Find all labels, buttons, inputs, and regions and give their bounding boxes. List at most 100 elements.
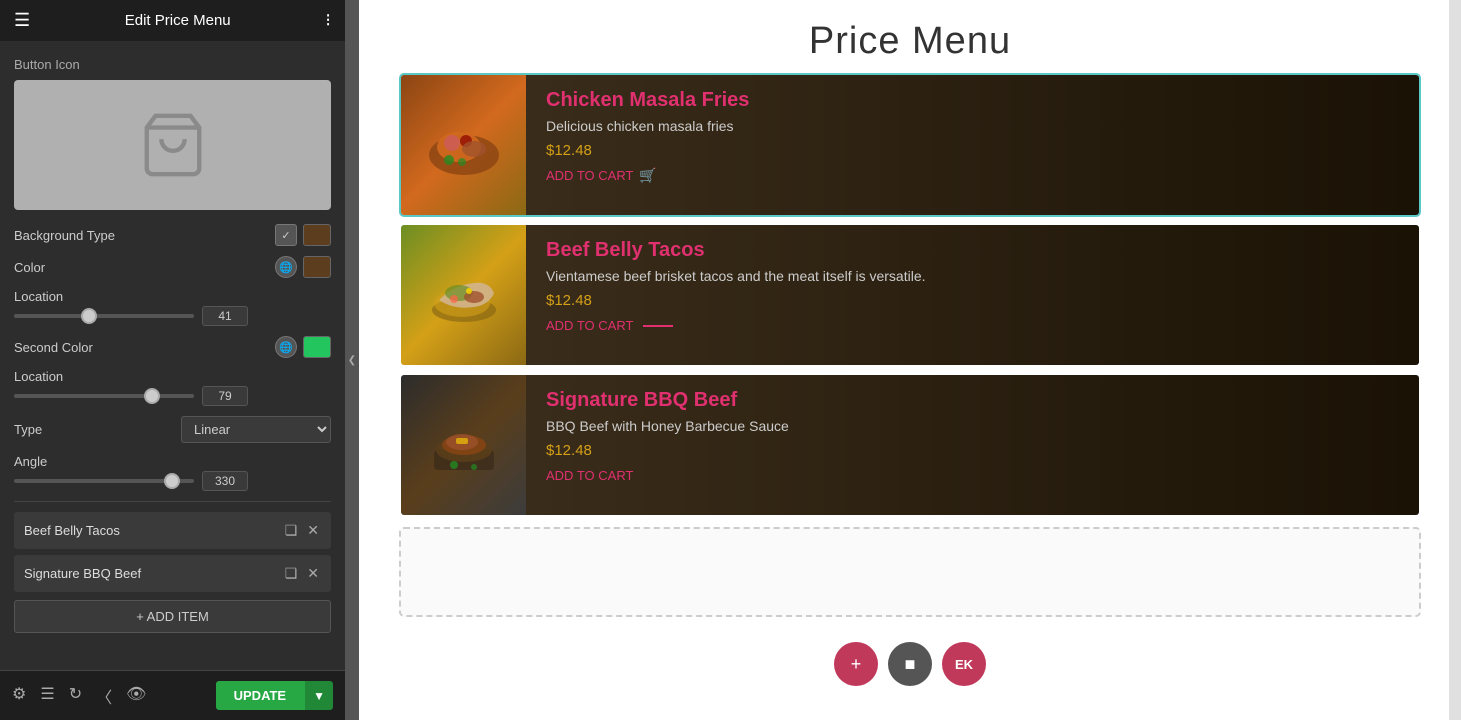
main-area: Price Menu Chicken Masala Fries Deliciou… — [359, 0, 1461, 720]
collapse-handle[interactable]: ❮ — [345, 0, 359, 720]
menu-card-chicken[interactable]: Chicken Masala Fries Delicious chicken m… — [399, 73, 1421, 217]
button-icon-preview — [14, 80, 331, 210]
menu-card-desc-chicken: Delicious chicken masala fries — [546, 118, 1399, 134]
menu-items-area: Chicken Masala Fries Delicious chicken m… — [359, 73, 1461, 517]
item-actions-beef: ❏ ✕ — [283, 520, 321, 541]
background-type-label: Background Type — [14, 228, 115, 243]
bottom-fab-area: + ■ EK — [359, 627, 1461, 701]
panel-header: ☰ Edit Price Menu ⁝ — [0, 0, 345, 41]
background-type-row: Background Type ✓ — [14, 224, 331, 246]
color-swatch-2[interactable] — [303, 336, 331, 358]
list-item: Signature BBQ Beef ❏ ✕ — [14, 555, 331, 592]
location1-slider[interactable] — [14, 314, 194, 318]
footer-icons: ⚙ ☰ ↻ 〈 👁 — [12, 684, 146, 708]
remove-item-bbq-button[interactable]: ✕ — [305, 563, 321, 584]
color-row: Color 🌐 — [14, 256, 331, 278]
add-to-cart-label-bbq: ADD TO CART — [546, 468, 633, 483]
remove-item-beef-button[interactable]: ✕ — [305, 520, 321, 541]
menu-card-body-bbq: Signature BBQ Beef BBQ Beef with Honey B… — [526, 375, 1419, 515]
type-row: Type Linear Radial — [14, 416, 331, 443]
check-icon[interactable]: ✓ — [275, 224, 297, 246]
menu-card-price-chicken: $12.48 — [546, 142, 1399, 159]
panel-title: Edit Price Menu — [125, 12, 231, 29]
location1-value-input[interactable]: 41 — [202, 306, 248, 326]
drop-zone[interactable] — [399, 527, 1421, 617]
button-icon-label: Button Icon — [14, 57, 331, 72]
divider-1 — [14, 501, 331, 502]
second-color-controls: 🌐 — [275, 336, 331, 358]
color-globe-icon[interactable]: 🌐 — [275, 256, 297, 278]
menu-card-price-bbq: $12.48 — [546, 442, 1399, 459]
location2-slider-container: 79 — [14, 386, 331, 406]
list-item: Beef Belly Tacos ❏ ✕ — [14, 512, 331, 549]
menu-card-image-beef — [401, 225, 526, 365]
page-title: Price Menu — [359, 20, 1461, 63]
item-name-beef: Beef Belly Tacos — [24, 523, 283, 538]
device-icon[interactable]: 〈 — [96, 684, 112, 708]
angle-value-input[interactable]: 330 — [202, 471, 248, 491]
add-to-cart-underline-beef — [643, 325, 673, 327]
color-swatch-1[interactable] — [303, 256, 331, 278]
menu-card-body-beef: Beef Belly Tacos Vientamese beef brisket… — [526, 225, 1419, 365]
menu-card-title-beef: Beef Belly Tacos — [546, 239, 1399, 262]
second-color-row: Second Color 🌐 — [14, 336, 331, 358]
grid-icon[interactable]: ⁝ — [325, 10, 331, 31]
history-icon[interactable]: ↻ — [69, 684, 82, 708]
settings-icon[interactable]: ⚙ — [12, 684, 26, 708]
duplicate-item-beef-button[interactable]: ❏ — [283, 520, 300, 541]
angle-label: Angle — [14, 454, 47, 469]
add-to-cart-beef-button[interactable]: ADD TO CART — [546, 318, 673, 333]
menu-card-image-chicken — [401, 75, 526, 215]
color-label: Color — [14, 260, 45, 275]
scrollbar[interactable] — [1449, 0, 1461, 720]
item-name-bbq: Signature BBQ Beef — [24, 566, 283, 581]
fab-add-button[interactable]: + — [834, 642, 878, 686]
location1-slider-container: 41 — [14, 306, 331, 326]
fab-stop-button[interactable]: ■ — [888, 642, 932, 686]
solid-color-swatch[interactable] — [303, 224, 331, 246]
second-color-label: Second Color — [14, 340, 93, 355]
eye-icon[interactable]: 👁 — [126, 684, 146, 708]
page-title-area: Price Menu — [359, 0, 1461, 73]
cart-icon — [138, 110, 208, 180]
add-to-cart-bbq-button[interactable]: ADD TO CART — [546, 468, 633, 483]
fab-ek-button[interactable]: EK — [942, 642, 986, 686]
menu-card-beef[interactable]: Beef Belly Tacos Vientamese beef brisket… — [399, 223, 1421, 367]
location2-slider[interactable] — [14, 394, 194, 398]
update-dropdown-button[interactable]: ▼ — [304, 681, 333, 710]
menu-card-title-bbq: Signature BBQ Beef — [546, 389, 1399, 412]
type-select[interactable]: Linear Radial — [181, 416, 331, 443]
panel-footer: ⚙ ☰ ↻ 〈 👁 UPDATE ▼ — [0, 670, 345, 720]
item-actions-bbq: ❏ ✕ — [283, 563, 321, 584]
location2-value-input[interactable]: 79 — [202, 386, 248, 406]
hamburger-icon[interactable]: ☰ — [14, 10, 30, 31]
menu-card-body-chicken: Chicken Masala Fries Delicious chicken m… — [526, 75, 1419, 215]
update-button[interactable]: UPDATE — [216, 681, 304, 710]
menu-card-image-bbq — [401, 375, 526, 515]
menu-card-price-beef: $12.48 — [546, 292, 1399, 309]
menu-card-title-chicken: Chicken Masala Fries — [546, 89, 1399, 112]
menu-card-desc-bbq: BBQ Beef with Honey Barbecue Sauce — [546, 418, 1399, 434]
add-item-button[interactable]: + ADD ITEM — [14, 600, 331, 633]
layers-icon[interactable]: ☰ — [40, 684, 54, 708]
location2-row: Location 79 — [14, 368, 331, 406]
items-list: Beef Belly Tacos ❏ ✕ Signature BBQ Beef … — [14, 512, 331, 592]
add-to-cart-chicken-button[interactable]: ADD TO CART 🛒 — [546, 167, 657, 184]
type-label: Type — [14, 422, 42, 437]
add-item-label: + ADD ITEM — [136, 609, 209, 624]
cart-icon-small-chicken: 🛒 — [639, 167, 656, 184]
add-to-cart-label-beef: ADD TO CART — [546, 318, 633, 333]
second-color-globe-icon[interactable]: 🌐 — [275, 336, 297, 358]
beef-image-svg — [424, 255, 504, 335]
duplicate-item-bbq-button[interactable]: ❏ — [283, 563, 300, 584]
update-btn-group: UPDATE ▼ — [216, 681, 333, 710]
menu-card-bbq[interactable]: Signature BBQ Beef BBQ Beef with Honey B… — [399, 373, 1421, 517]
background-type-controls: ✓ — [275, 224, 331, 246]
bbq-image-svg — [424, 405, 504, 485]
color-controls: 🌐 — [275, 256, 331, 278]
chicken-image-svg — [424, 105, 504, 185]
angle-slider[interactable] — [14, 479, 194, 483]
angle-row: Angle 330 — [14, 453, 331, 491]
add-to-cart-label-chicken: ADD TO CART — [546, 168, 633, 183]
location2-label: Location — [14, 369, 63, 384]
